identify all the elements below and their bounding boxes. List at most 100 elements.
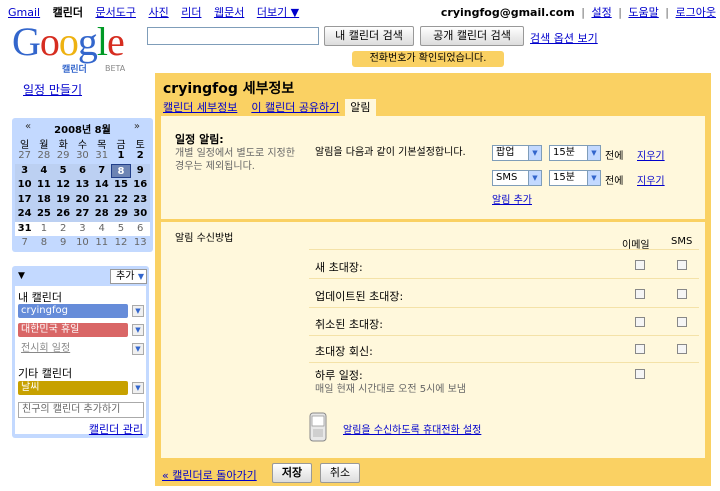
mini-calendar-day[interactable]: 12 [111, 236, 130, 251]
create-event-link[interactable]: 일정 만들기 [23, 81, 82, 98]
mini-calendar-day[interactable]: 29 [54, 149, 73, 164]
alert-time-select-1[interactable]: 15분 ▼ [549, 145, 601, 161]
remove-alert-link-1[interactable]: 지우기 [637, 147, 665, 162]
google-calendar-logo[interactable]: Google 캘린더 BETA [12, 22, 142, 76]
daily-agenda-email-checkbox[interactable] [635, 369, 645, 379]
mini-calendar-day[interactable]: 3 [15, 164, 34, 179]
mini-calendar-day[interactable]: 24 [15, 207, 34, 222]
next-month-button[interactable]: » [134, 121, 140, 132]
mini-calendar-day[interactable]: 10 [73, 236, 92, 251]
mini-calendar-day[interactable]: 8 [34, 236, 53, 251]
cancel-button[interactable]: 취소 [320, 463, 360, 483]
calendar-menu-icon[interactable]: ▼ [132, 343, 144, 355]
mini-calendar-day[interactable]: 15 [111, 178, 130, 193]
tab-notifications[interactable]: 알림 [345, 99, 376, 116]
nav-web[interactable]: 웹문서 [214, 6, 244, 19]
mini-calendar-day[interactable]: 30 [131, 207, 150, 222]
mini-calendar-day[interactable]: 21 [92, 193, 111, 208]
save-button[interactable]: 저장 [272, 463, 312, 483]
manage-calendars-link[interactable]: 캘린더 관리 [89, 421, 143, 437]
calendar-chip-weather[interactable]: 날씨 [18, 381, 128, 395]
calendar-menu-icon[interactable]: ▼ [132, 382, 144, 394]
mini-calendar-day[interactable]: 27 [73, 207, 92, 222]
settings-link[interactable]: 설정 [591, 6, 611, 19]
mini-calendar-day[interactable]: 4 [34, 164, 53, 179]
calendar-menu-icon[interactable]: ▼ [132, 324, 144, 336]
mini-calendar-day[interactable]: 22 [111, 193, 130, 208]
cancelled-invite-email-checkbox[interactable] [635, 317, 645, 327]
search-options-link[interactable]: 검색 옵션 보기 [530, 30, 598, 46]
new-invite-email-checkbox[interactable] [635, 260, 645, 270]
calendar-chip-holidays[interactable]: 대한민국 휴일 [18, 323, 128, 337]
remove-alert-link-2[interactable]: 지우기 [637, 172, 665, 187]
tab-share-calendar[interactable]: 이 캘린더 공유하기 [251, 99, 339, 116]
add-friend-calendar-input[interactable]: 친구의 캘린더 추가하기 [18, 402, 144, 418]
mini-calendar-day[interactable]: 17 [15, 193, 34, 208]
mini-calendar-day[interactable]: 16 [131, 178, 150, 193]
mini-calendar-day[interactable]: 14 [92, 178, 111, 193]
nav-reader[interactable]: 리더 [181, 6, 201, 19]
add-calendar-button[interactable]: 추가 ▼ [110, 269, 147, 284]
mini-calendar-day[interactable]: 13 [131, 236, 150, 251]
mini-calendar-day[interactable]: 23 [131, 193, 150, 208]
invite-reply-email-checkbox[interactable] [635, 344, 645, 354]
mini-calendar-day[interactable]: 26 [54, 207, 73, 222]
cancelled-invite-sms-checkbox[interactable] [677, 317, 687, 327]
alert-time-select-2[interactable]: 15분 ▼ [549, 170, 601, 186]
calendar-chip-cryingfog[interactable]: cryingfog [18, 304, 128, 318]
mini-calendar-day[interactable]: 30 [73, 149, 92, 164]
mini-calendar-day[interactable]: 2 [131, 149, 150, 164]
new-invite-sms-checkbox[interactable] [677, 260, 687, 270]
nav-more[interactable]: 더보기 ▼ [257, 6, 299, 19]
search-input[interactable] [147, 27, 319, 45]
nav-docs[interactable]: 문서도구 [95, 6, 135, 19]
mini-calendar-day[interactable]: 1 [111, 149, 130, 164]
nav-photos[interactable]: 사진 [148, 6, 168, 19]
mini-calendar-day[interactable]: 13 [73, 178, 92, 193]
mini-calendar-day[interactable]: 6 [73, 164, 92, 179]
mini-calendar-day[interactable]: 27 [15, 149, 34, 164]
calendar-chip-exhibitions[interactable]: 전시회 일정 [18, 342, 128, 356]
mini-calendar-day[interactable]: 31 [92, 149, 111, 164]
mini-calendar-day[interactable]: 19 [54, 193, 73, 208]
mini-calendar-day[interactable]: 8 [111, 163, 131, 178]
mini-calendar-day[interactable]: 1 [34, 222, 53, 237]
search-my-calendars-button[interactable]: 내 캘린더 검색 [324, 26, 414, 46]
mini-calendar-day[interactable]: 11 [34, 178, 53, 193]
back-to-calendar-link[interactable]: « 캘린더로 돌아가기 [162, 467, 257, 483]
alert-type-select-1[interactable]: 팝업 ▼ [492, 145, 542, 161]
logout-link[interactable]: 로그아웃 [676, 6, 716, 19]
mini-calendar-day[interactable]: 28 [34, 149, 53, 164]
calendar-menu-icon[interactable]: ▼ [132, 305, 144, 317]
help-link[interactable]: 도움말 [628, 6, 658, 19]
mini-calendar-day[interactable]: 4 [92, 222, 111, 237]
mini-calendar-day[interactable]: 9 [131, 164, 150, 179]
mini-calendar-day[interactable]: 25 [34, 207, 53, 222]
mini-calendar-day[interactable]: 20 [73, 193, 92, 208]
mini-calendar-day[interactable]: 29 [111, 207, 130, 222]
mini-calendar-day[interactable]: 18 [34, 193, 53, 208]
mini-calendar-day[interactable]: 2 [54, 222, 73, 237]
mini-calendar-day[interactable]: 3 [73, 222, 92, 237]
mini-calendar-day[interactable]: 7 [15, 236, 34, 251]
invite-reply-sms-checkbox[interactable] [677, 344, 687, 354]
alert-type-select-2[interactable]: SMS ▼ [492, 170, 542, 186]
prev-month-button[interactable]: « [25, 121, 31, 132]
mini-calendar-day[interactable]: 5 [111, 222, 130, 237]
mini-calendar-day[interactable]: 31 [15, 222, 34, 237]
mini-calendar-day[interactable]: 12 [54, 178, 73, 193]
mini-calendar-day[interactable]: 5 [54, 164, 73, 179]
mini-calendar-day[interactable]: 7 [92, 164, 111, 179]
mini-calendar-day[interactable]: 9 [54, 236, 73, 251]
mini-calendar-day[interactable]: 28 [92, 207, 111, 222]
search-public-calendars-button[interactable]: 공개 캘린더 검색 [420, 26, 524, 46]
collapse-triangle-icon[interactable]: ▼ [18, 271, 25, 281]
tab-calendar-details[interactable]: 캘린더 세부정보 [163, 99, 237, 116]
setup-mobile-link[interactable]: 알림을 수신하도록 휴대전화 설정 [343, 421, 481, 436]
updated-invite-sms-checkbox[interactable] [677, 289, 687, 299]
add-alert-link[interactable]: 알림 추가 [492, 191, 532, 206]
updated-invite-email-checkbox[interactable] [635, 289, 645, 299]
nav-gmail[interactable]: Gmail [8, 6, 40, 19]
mini-calendar-day[interactable]: 10 [15, 178, 34, 193]
mini-calendar-day[interactable]: 11 [92, 236, 111, 251]
